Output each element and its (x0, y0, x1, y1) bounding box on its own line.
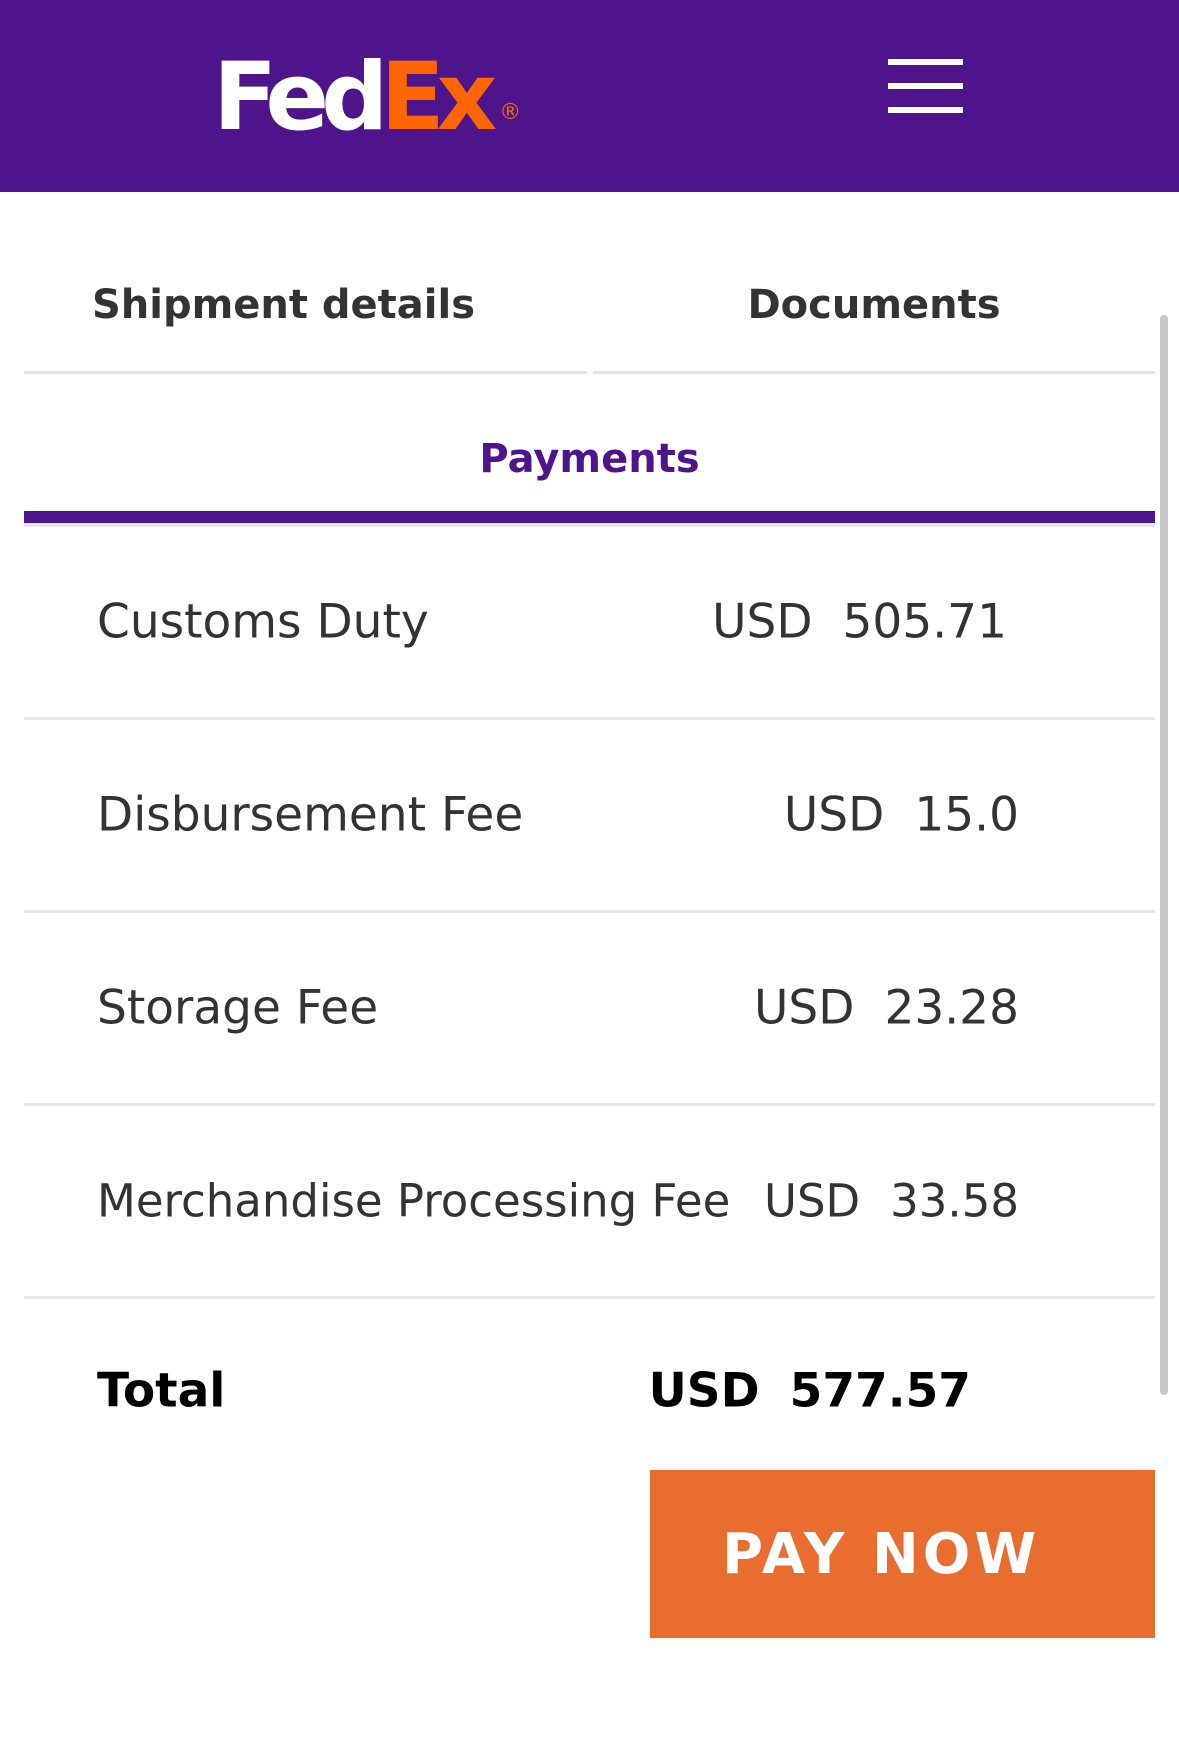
fee-row-disbursement-fee: Disbursement Fee USD 15.0 (24, 720, 1155, 913)
fee-row-customs-duty: Customs Duty USD 505.71 (24, 527, 1155, 720)
total-label: Total (97, 1363, 226, 1419)
total-value: 577.57 (789, 1363, 971, 1419)
fee-row-merchandise-processing-fee: Merchandise Processing Fee USD 33.58 (24, 1106, 1155, 1299)
total-amount: USD 577.57 (649, 1364, 971, 1419)
fee-currency: USD (783, 787, 885, 843)
fee-name: Storage Fee (97, 980, 379, 1036)
fee-amount: USD 505.71 (712, 595, 1007, 650)
fee-name: Customs Duty (97, 594, 429, 650)
hamburger-menu-icon[interactable] (880, 54, 968, 122)
fee-value: 23.28 (884, 980, 1019, 1036)
fee-amount: USD 15.0 (784, 788, 1019, 843)
fee-row-storage-fee: Storage Fee USD 23.28 (24, 913, 1155, 1106)
pay-now-button[interactable]: PAY NOW (650, 1470, 1155, 1638)
fedex-logo[interactable]: FedEx ® (213, 48, 521, 148)
logo-ex-text: Ex (380, 43, 497, 152)
total-currency: USD (648, 1363, 760, 1419)
tab-shipment-details[interactable]: Shipment details (24, 246, 587, 374)
menu-bar-middle (888, 83, 963, 89)
menu-bar-bottom (888, 107, 963, 113)
tab-payments[interactable]: Payments (24, 380, 1155, 523)
tab-label: Documents (747, 282, 1001, 328)
fee-value: 33.58 (890, 1174, 1019, 1228)
tab-documents[interactable]: Documents (593, 246, 1155, 374)
fee-value: 505.71 (842, 594, 1007, 650)
app-header: FedEx ® (0, 0, 1179, 192)
menu-bar-top (888, 59, 963, 65)
fee-currency: USD (764, 1174, 861, 1228)
fee-currency: USD (712, 594, 813, 650)
fee-amount: USD 33.58 (764, 1175, 1019, 1228)
total-row: Total USD 577.57 (24, 1336, 1155, 1446)
scrollbar[interactable] (1160, 315, 1168, 1395)
logo-fed-text: Fed (213, 43, 388, 152)
tab-label: Shipment details (91, 282, 476, 328)
fee-name: Merchandise Processing Fee (97, 1174, 731, 1228)
fee-value: 15.0 (914, 787, 1019, 843)
registered-mark: ® (499, 100, 522, 125)
fee-name: Disbursement Fee (97, 787, 524, 843)
tab-label: Payments (479, 436, 700, 482)
fee-amount: USD 23.28 (754, 981, 1019, 1036)
fee-currency: USD (754, 980, 855, 1036)
